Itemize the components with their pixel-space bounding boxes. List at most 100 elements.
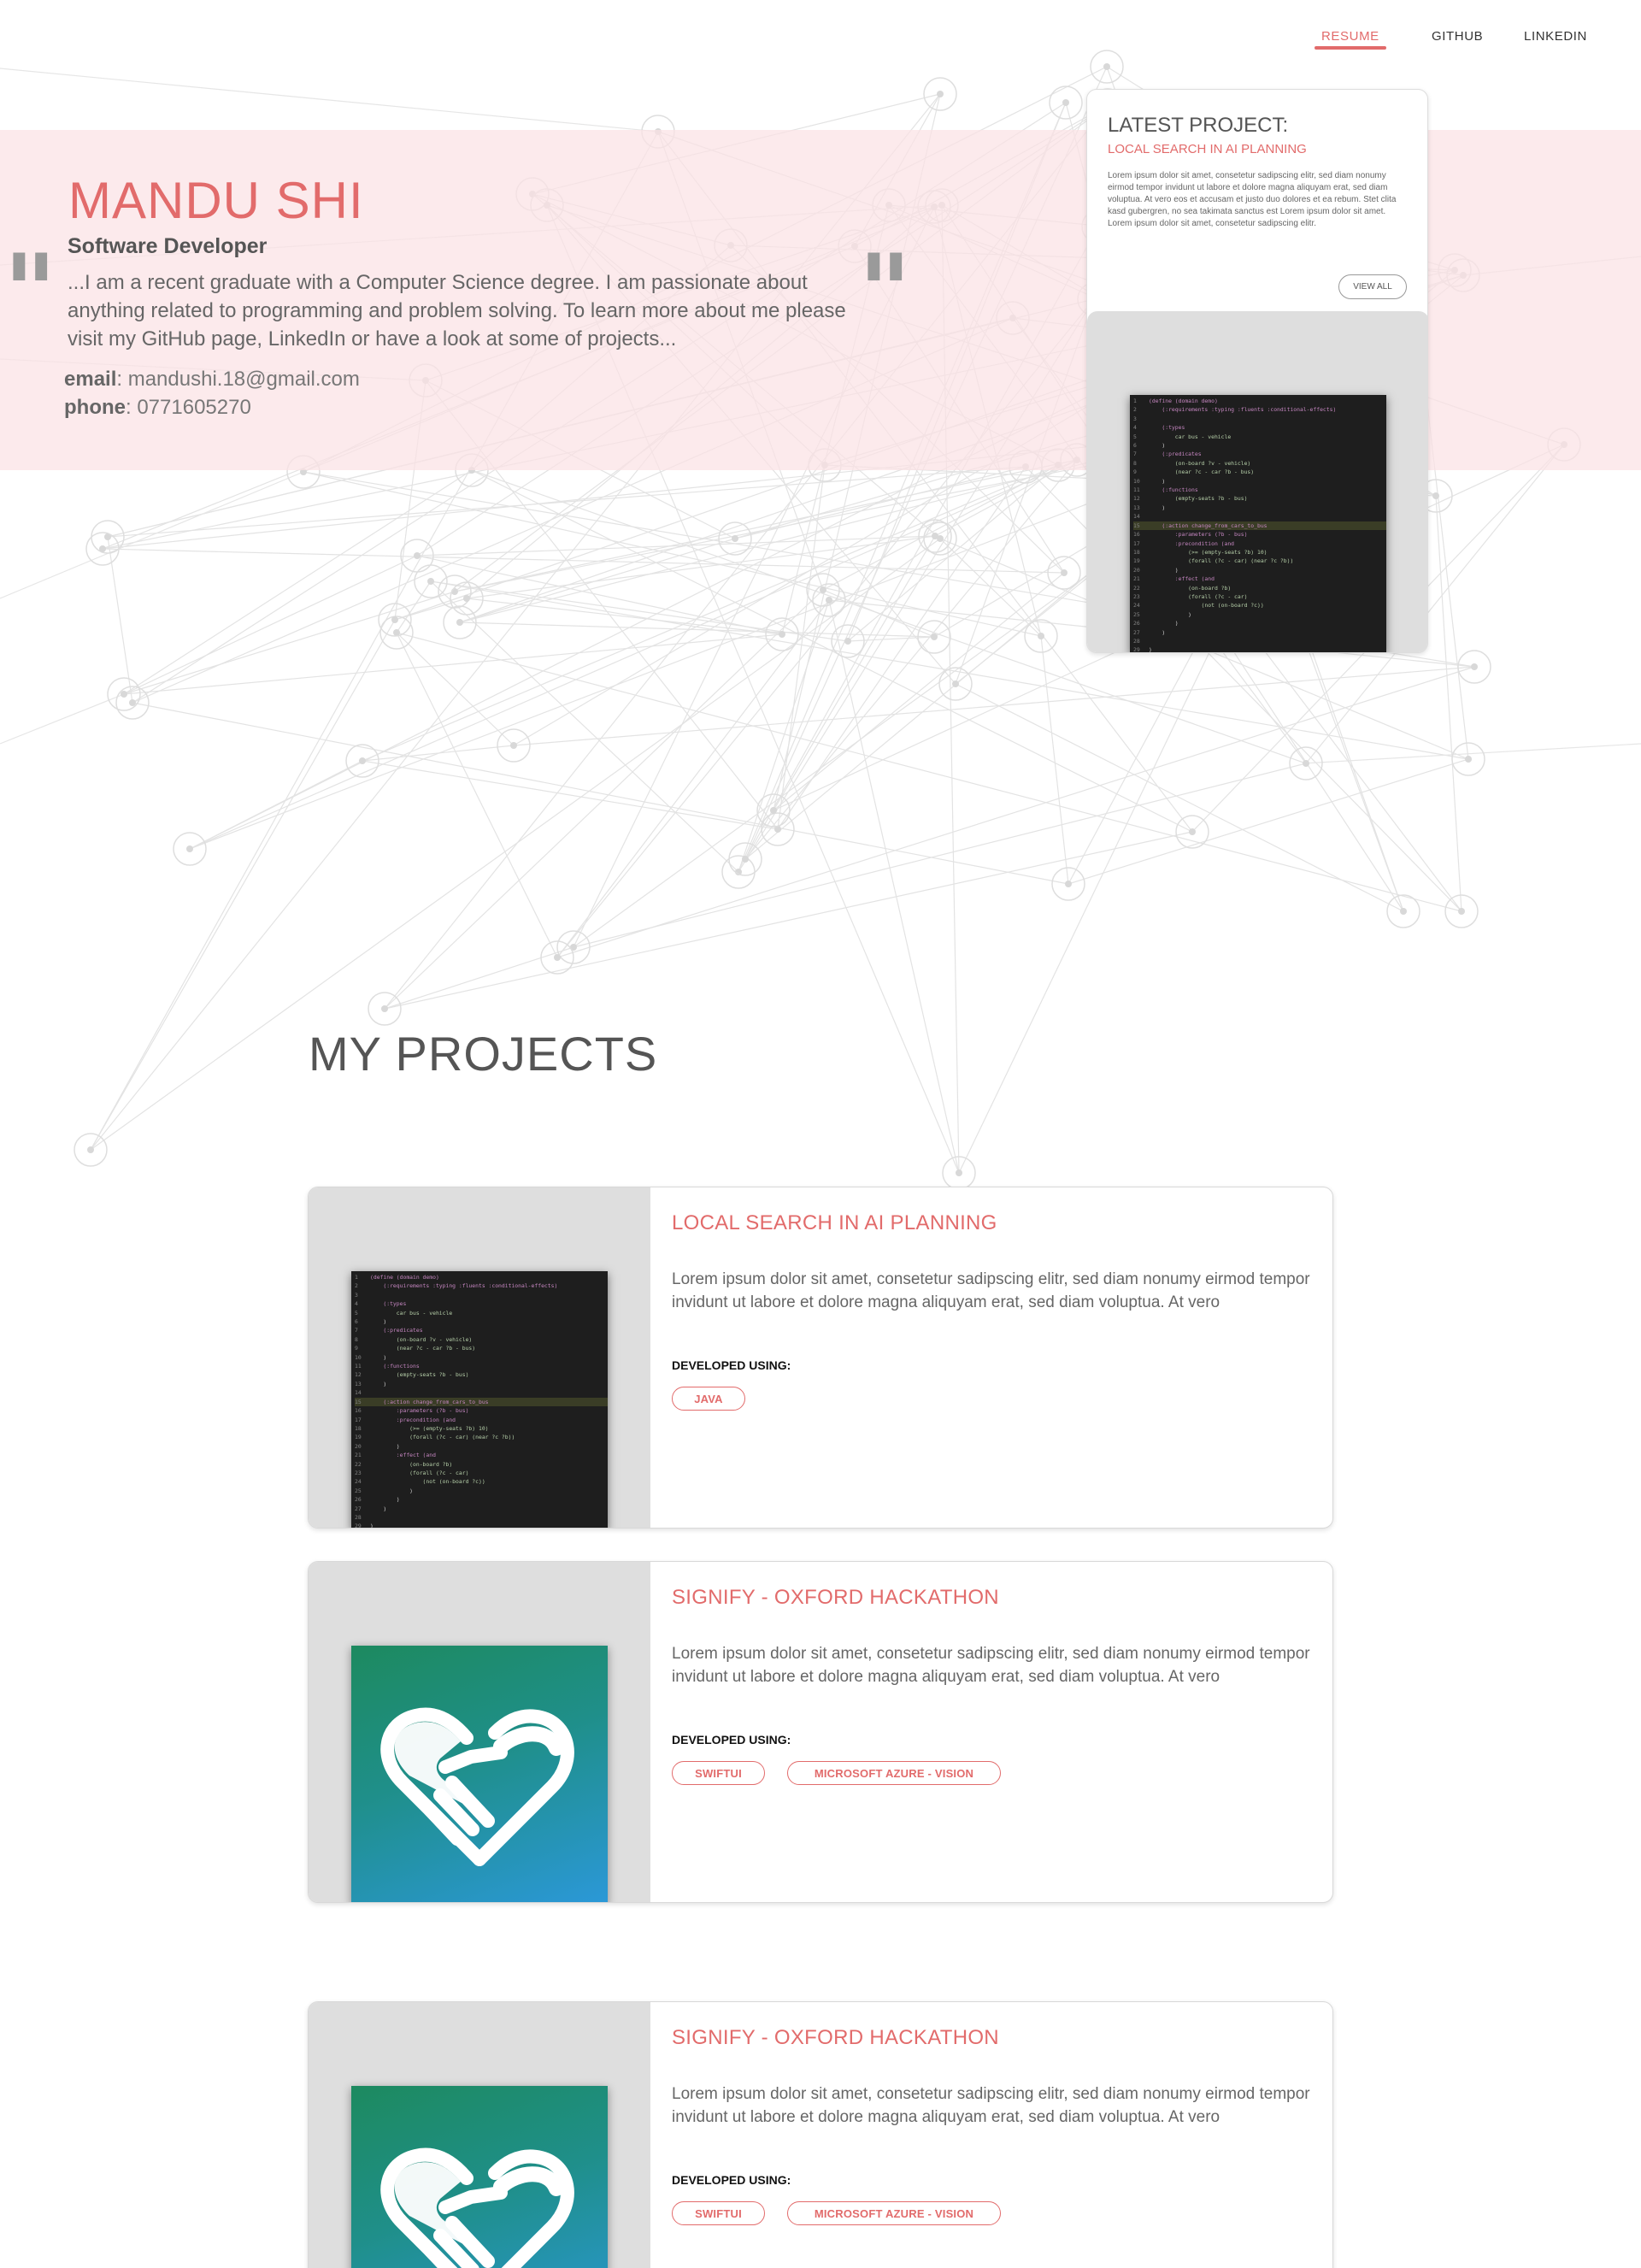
hero-name: MANDU SHI — [68, 172, 364, 229]
code-line: 9 (near ?c - car ?b - bus) — [1133, 468, 1255, 476]
project-description: Lorem ipsum dolor sit amet, consetetur s… — [672, 2085, 1310, 2126]
code-line: 8 (on-board ?v - vehicle) — [1133, 459, 1251, 467]
code-line: 20 ) — [1133, 566, 1179, 574]
nav-active-underline — [1315, 46, 1386, 50]
network-node — [368, 992, 402, 1026]
top-nav: RESUME GITHUB LINKEDIN — [1214, 29, 1641, 63]
code-line: 13 ) — [1133, 504, 1166, 511]
open-quote-icon: " — [3, 232, 57, 352]
code-line: 28 — [1133, 637, 1140, 645]
code-line: 13 ) — [355, 1380, 387, 1387]
code-screenshot-image: 1 (define (domain demo) 2 (:requirements :… — [351, 1271, 608, 1529]
code-line: 5 car bus - vehicle — [355, 1309, 453, 1317]
code-line: 3 — [355, 1291, 358, 1299]
developed-using-label: DEVELOPED USING: — [672, 1358, 791, 1372]
project-card[interactable]: 1 (define (domain demo) 2 (:requirements :… — [308, 1187, 1333, 1529]
phone-value: : 0771605270 — [126, 396, 251, 419]
code-line: 29) — [1133, 646, 1152, 653]
network-node — [761, 812, 795, 846]
code-line: 14 — [355, 1389, 362, 1397]
nav-github[interactable]: GITHUB — [1432, 29, 1483, 44]
code-line: 6 ) — [355, 1318, 387, 1326]
code-line: 17 :precondition (and — [355, 1416, 456, 1423]
project-image-area: 1 (define (domain demo) 2 (:requirements :… — [309, 1187, 650, 1529]
network-node — [107, 677, 141, 711]
code-line: 23 (forall (?c - car) — [355, 1469, 469, 1476]
project-description: Lorem ipsum dolor sit amet, consetetur s… — [672, 1645, 1310, 1686]
code-line: 5 car bus - vehicle — [1133, 433, 1232, 440]
code-line: 16 :parameters (?b - bus) — [1133, 531, 1248, 539]
code-line: 24 (not (on-board ?c)) — [1133, 602, 1264, 610]
heart-hands-icon — [351, 2086, 608, 2268]
hero-email: email: mandushi.18@gmail.com — [64, 368, 360, 392]
code-line: 12 (empty-seats ?b - bus) — [1133, 495, 1248, 503]
code-line: 4 (:types — [1133, 424, 1185, 432]
network-node — [1444, 894, 1479, 928]
hero-role: Software Developer — [68, 234, 268, 258]
latest-project-subtitle[interactable]: LOCAL SEARCH IN AI PLANNING — [1108, 142, 1307, 156]
code-line: 9 (near ?c - car ?b - bus) — [355, 1345, 476, 1352]
project-title[interactable]: SIGNIFY - OXFORD HACKATHON — [672, 2026, 999, 2050]
code-line: 6 ) — [1133, 442, 1166, 450]
network-node — [497, 728, 531, 763]
code-line: 15 (:action change_from_cars_to_bus — [355, 1397, 608, 1407]
code-line: 7 (:predicates — [355, 1327, 423, 1334]
project-title[interactable]: LOCAL SEARCH IN AI PLANNING — [672, 1211, 997, 1235]
code-line: 22 (on-board ?b) — [355, 1460, 453, 1468]
code-line: 18 (>= (empty-seats ?b) 10) — [355, 1424, 489, 1432]
code-line: 7 (:predicates — [1133, 451, 1202, 458]
project-title[interactable]: SIGNIFY - OXFORD HACKATHON — [672, 1586, 999, 1610]
network-node — [173, 832, 207, 866]
network-node — [1457, 650, 1491, 684]
code-line: 2 (:requirements :typing :fluents :condi… — [1133, 406, 1337, 414]
tech-tag: SWIFTUI — [672, 2201, 765, 2225]
network-node — [74, 1133, 108, 1167]
nav-linkedin[interactable]: LINKEDIN — [1524, 29, 1587, 44]
code-line: 10 ) — [355, 1353, 387, 1361]
code-line: 2 (:requirements :typing :fluents :condi… — [355, 1282, 558, 1290]
project-card[interactable]: SIGNIFY - OXFORD HACKATHON Lorem ipsum d… — [308, 2001, 1333, 2268]
code-line: 25 ) — [1133, 610, 1192, 618]
project-card[interactable]: SIGNIFY - OXFORD HACKATHON Lorem ipsum d… — [308, 1561, 1333, 1903]
email-value[interactable]: : mandushi.18@gmail.com — [116, 368, 359, 391]
code-line: 29) — [355, 1523, 373, 1529]
code-line: 11 (:functions — [355, 1363, 420, 1370]
project-image-area — [309, 2002, 650, 2268]
nav-resume-label: RESUME — [1321, 29, 1379, 44]
network-node — [938, 667, 973, 701]
code-line: 26 ) — [1133, 620, 1179, 627]
tech-tag: MICROSOFT AZURE - VISION — [787, 1761, 1001, 1785]
code-line: 12 (empty-seats ?b - bus) — [355, 1371, 469, 1379]
code-line: 25 ) — [355, 1487, 414, 1494]
code-line: 27 ) — [355, 1505, 387, 1512]
latest-project-image-area: 1 (define (domain demo) 2 (:requirements :… — [1087, 311, 1427, 653]
network-node — [1024, 619, 1058, 653]
code-line: 16 :parameters (?b - bus) — [355, 1407, 469, 1415]
hero-phone: phone: 0771605270 — [64, 396, 251, 420]
my-projects-title: MY PROJECTS — [309, 1027, 658, 1081]
code-line: 10 ) — [1133, 477, 1166, 485]
hero-bio: ...I am a recent graduate with a Compute… — [68, 271, 846, 351]
view-all-button[interactable]: VIEW ALL — [1338, 274, 1407, 299]
code-line: 26 ) — [355, 1496, 400, 1504]
phone-label: phone — [64, 396, 126, 419]
code-line: 1 (define (domain demo) — [1133, 398, 1218, 404]
code-line: 23 (forall (?c - car) — [1133, 592, 1248, 600]
code-screenshot-image: 1 (define (domain demo) 2 (:requirements :… — [1130, 395, 1386, 653]
network-node — [721, 855, 756, 889]
code-line: 19 (forall (?c - car) (near ?c ?b)) — [1133, 557, 1294, 565]
code-line: 19 (forall (?c - car) (near ?c ?b)) — [355, 1434, 515, 1441]
network-node — [1386, 894, 1420, 928]
code-line: 20 ) — [355, 1442, 400, 1450]
network-node — [1049, 85, 1083, 120]
latest-project-title: LATEST PROJECT: — [1108, 114, 1289, 137]
nav-linkedin-label: LINKEDIN — [1524, 29, 1587, 44]
network-node — [765, 617, 799, 651]
tech-tag: MICROSOFT AZURE - VISION — [787, 2201, 1001, 2225]
tech-tag: SWIFTUI — [672, 1761, 765, 1785]
heart-hands-icon — [351, 1646, 608, 1902]
code-line: 3 — [1133, 415, 1137, 422]
latest-project-card[interactable]: LATEST PROJECT: LOCAL SEARCH IN AI PLANN… — [1086, 89, 1428, 653]
nav-resume[interactable]: RESUME — [1315, 29, 1386, 50]
code-line: 28 — [355, 1513, 362, 1521]
